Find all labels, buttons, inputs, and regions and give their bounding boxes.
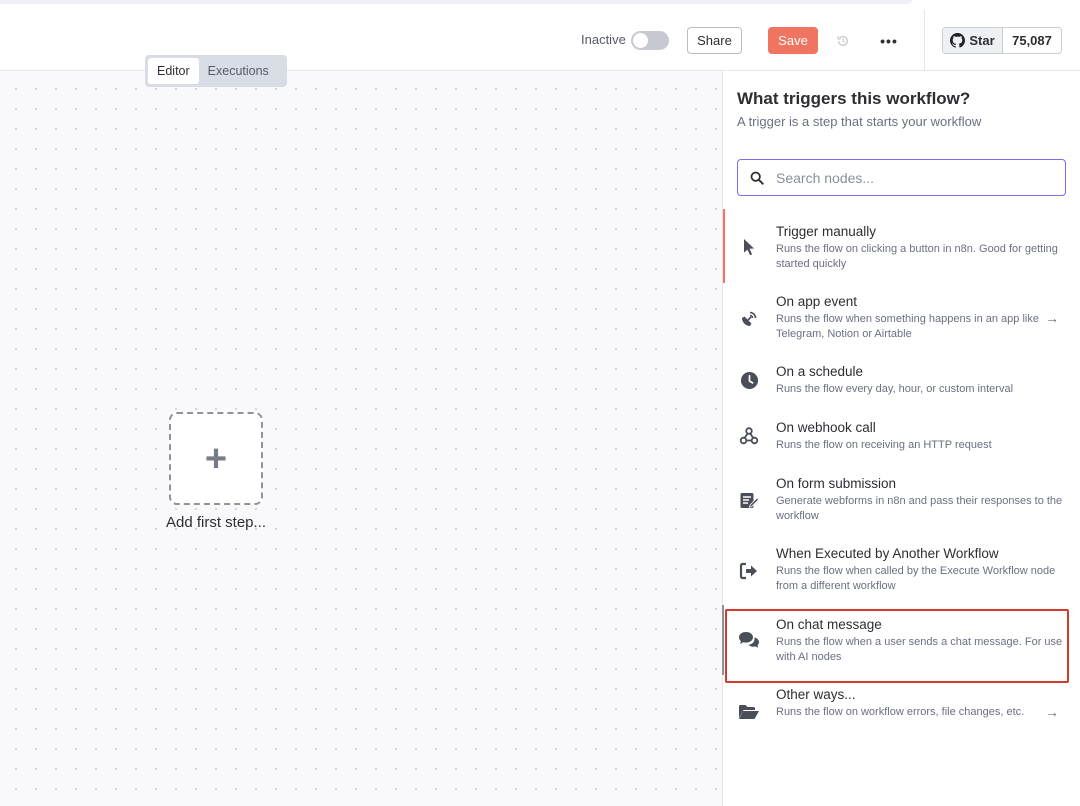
github-icon xyxy=(950,33,966,48)
save-button[interactable]: Save xyxy=(768,27,818,54)
workflow-canvas[interactable]: + Add first step... xyxy=(0,71,722,806)
webhook-icon xyxy=(738,425,760,447)
tab-executions[interactable]: Executions xyxy=(199,58,278,84)
node-item-description: Runs the flow every day, hour, or custom… xyxy=(776,383,1014,395)
active-toggle[interactable] xyxy=(631,31,669,50)
node-item-on-app-event[interactable]: On app event Runs the flow when somethin… xyxy=(723,294,1080,344)
top-strip xyxy=(0,0,1080,10)
search-icon xyxy=(750,170,766,186)
node-item-executed-by-workflow[interactable]: When Executed by Another Workflow Runs t… xyxy=(723,546,1080,596)
sign-in-icon xyxy=(738,560,760,582)
node-item-other-ways[interactable]: Other ways... Runs the flow on workflow … xyxy=(723,687,1080,737)
node-item-title: Other ways... xyxy=(776,687,856,702)
panel-subtitle: A trigger is a step that starts your wor… xyxy=(737,114,982,129)
cursor-icon xyxy=(738,236,760,258)
node-item-title: On webhook call xyxy=(776,420,876,435)
search-box[interactable] xyxy=(737,159,1066,196)
tab-editor[interactable]: Editor xyxy=(148,58,199,84)
header-divider xyxy=(924,10,925,71)
node-item-title: On a schedule xyxy=(776,364,864,379)
chat-hover-indicator xyxy=(722,605,724,675)
node-item-title: When Executed by Another Workflow xyxy=(776,546,999,561)
node-item-trigger-manually[interactable]: Trigger manually Runs the flow on clicki… xyxy=(723,224,1080,274)
more-options-icon[interactable]: ••• xyxy=(879,31,899,51)
node-item-on-webhook-call[interactable]: On webhook call Runs the flow on receivi… xyxy=(723,420,1080,456)
node-item-description: Runs the flow on receiving an HTTP reque… xyxy=(776,439,992,451)
node-item-on-a-schedule[interactable]: On a schedule Runs the flow every day, h… xyxy=(723,364,1080,400)
toggle-knob xyxy=(633,33,648,48)
plus-icon: + xyxy=(204,437,228,480)
node-item-description: Runs the flow on workflow errors, file c… xyxy=(776,706,1025,718)
node-item-title: On form submission xyxy=(776,476,897,491)
search-input[interactable] xyxy=(776,169,1056,186)
active-status-label: Inactive xyxy=(581,32,626,47)
add-first-step-label: Add first step... xyxy=(165,514,267,531)
github-star-button[interactable]: Star xyxy=(943,28,1003,53)
top-bar xyxy=(0,0,912,4)
arrow-right-icon: → xyxy=(1045,310,1059,326)
node-item-title: Trigger manually xyxy=(776,224,877,239)
node-item-on-form-submission[interactable]: On form submission Generate webforms in … xyxy=(723,476,1080,526)
share-button[interactable]: Share xyxy=(687,27,742,54)
node-item-description: Generate webforms in n8n and pass their … xyxy=(776,495,1063,522)
node-item-description: Runs the flow when something happens in … xyxy=(776,313,1039,340)
node-item-description: Runs the flow on clicking a button in n8… xyxy=(776,243,1058,270)
highlight-box xyxy=(725,609,1069,683)
add-first-step-button[interactable]: + xyxy=(169,412,263,505)
form-icon xyxy=(738,489,760,511)
panel-title: What triggers this workflow? xyxy=(737,89,971,108)
node-creator-panel: What triggers this workflow? A trigger i… xyxy=(722,71,1080,806)
github-star-label: Star xyxy=(969,33,995,48)
github-star-count: 75,087 xyxy=(1012,33,1052,48)
editor-tabs: Editor Executions xyxy=(145,55,287,87)
arrow-right-icon: → xyxy=(1045,704,1059,720)
folder-open-icon xyxy=(738,701,760,723)
node-item-description: Runs the flow when called by the Execute… xyxy=(776,565,1056,592)
node-item-title: On app event xyxy=(776,294,858,309)
history-icon[interactable] xyxy=(834,32,852,50)
clock-icon xyxy=(738,369,760,391)
satellite-icon xyxy=(738,308,760,330)
github-star-widget[interactable]: Star 75,087 xyxy=(942,27,1062,54)
